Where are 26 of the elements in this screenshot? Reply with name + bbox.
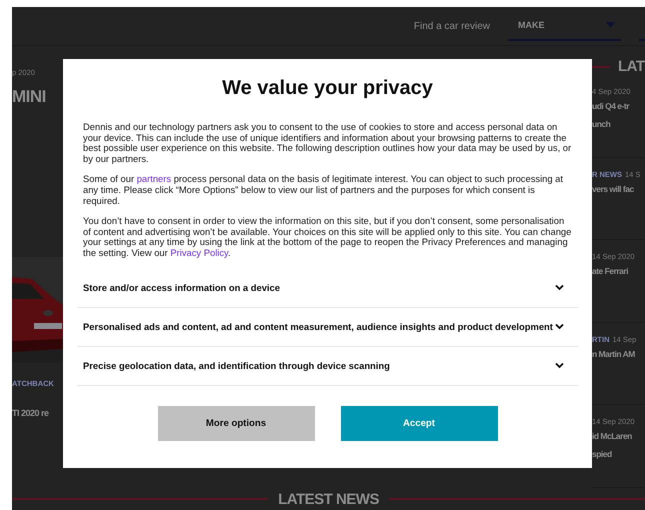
purpose-row[interactable]: Personalised ads and content, ad and content measurement, audience insights and product development <box>77 308 578 347</box>
options-button[interactable]: More options <box>158 406 314 441</box>
chevron-icon <box>555 323 564 330</box>
text-link[interactable]: Privacy Policy <box>170 246 228 258</box>
story-headline[interactable]: vers will fac <box>592 180 645 197</box>
story-headline[interactable]: unch <box>592 116 645 132</box>
story-headline[interactable]: n Martin AM <box>592 346 645 362</box>
dialog-paragraph: Some of our partners process personal data on the basis of legitimate interest. You can object to such processing at any time. Please click “More Options” below to view our list of partners and the purposes for which consent is required. <box>83 174 564 206</box>
dialog-paragraph: You don’t have to consent in order to view the information on this site, but if you don’t consent, some personalisation of content and advertising won’t be available. Your choices on this site will be applied only to this site. You can change your settings at any time by using the link at the bottom of the page to reopen the Privacy Preferences and managing the setting. View our Privacy Policy. <box>83 216 572 259</box>
section-heading: LAT <box>618 58 645 75</box>
chevron-icon <box>555 284 564 292</box>
article-headline[interactable]: TI 2020 re <box>12 408 49 418</box>
dialog-paragraph: Dennis and our technology partners ask you to consent to the use of cookies to store and access personal data on your device. This can include the use of unique identifiers and information about your browsing patterns to create the best possible user experience on this website. The following description outlines how your data may be used by us, or by our partners. <box>83 122 572 164</box>
story-headline[interactable]: id McLaren <box>592 428 645 444</box>
article-headline[interactable]: MINI <box>12 87 46 107</box>
story-headline[interactable]: udi Q4 e-tr <box>592 98 645 114</box>
purpose-row[interactable]: Precise geolocation data, and identification through device scanning <box>77 346 578 386</box>
dialog-title: We value your privacy <box>221 77 434 100</box>
text-link[interactable]: partners <box>136 173 172 184</box>
section-heading: LATEST NEWS <box>278 490 379 508</box>
story-headline[interactable]: ate Ferrari <box>592 263 645 280</box>
accept-button[interactable]: Accept <box>340 406 498 441</box>
search-label: Find a car review <box>414 20 490 32</box>
chevron-icon <box>555 362 564 370</box>
story-headline[interactable]: spied <box>592 446 645 462</box>
make-select[interactable]: MAKE <box>508 11 621 41</box>
